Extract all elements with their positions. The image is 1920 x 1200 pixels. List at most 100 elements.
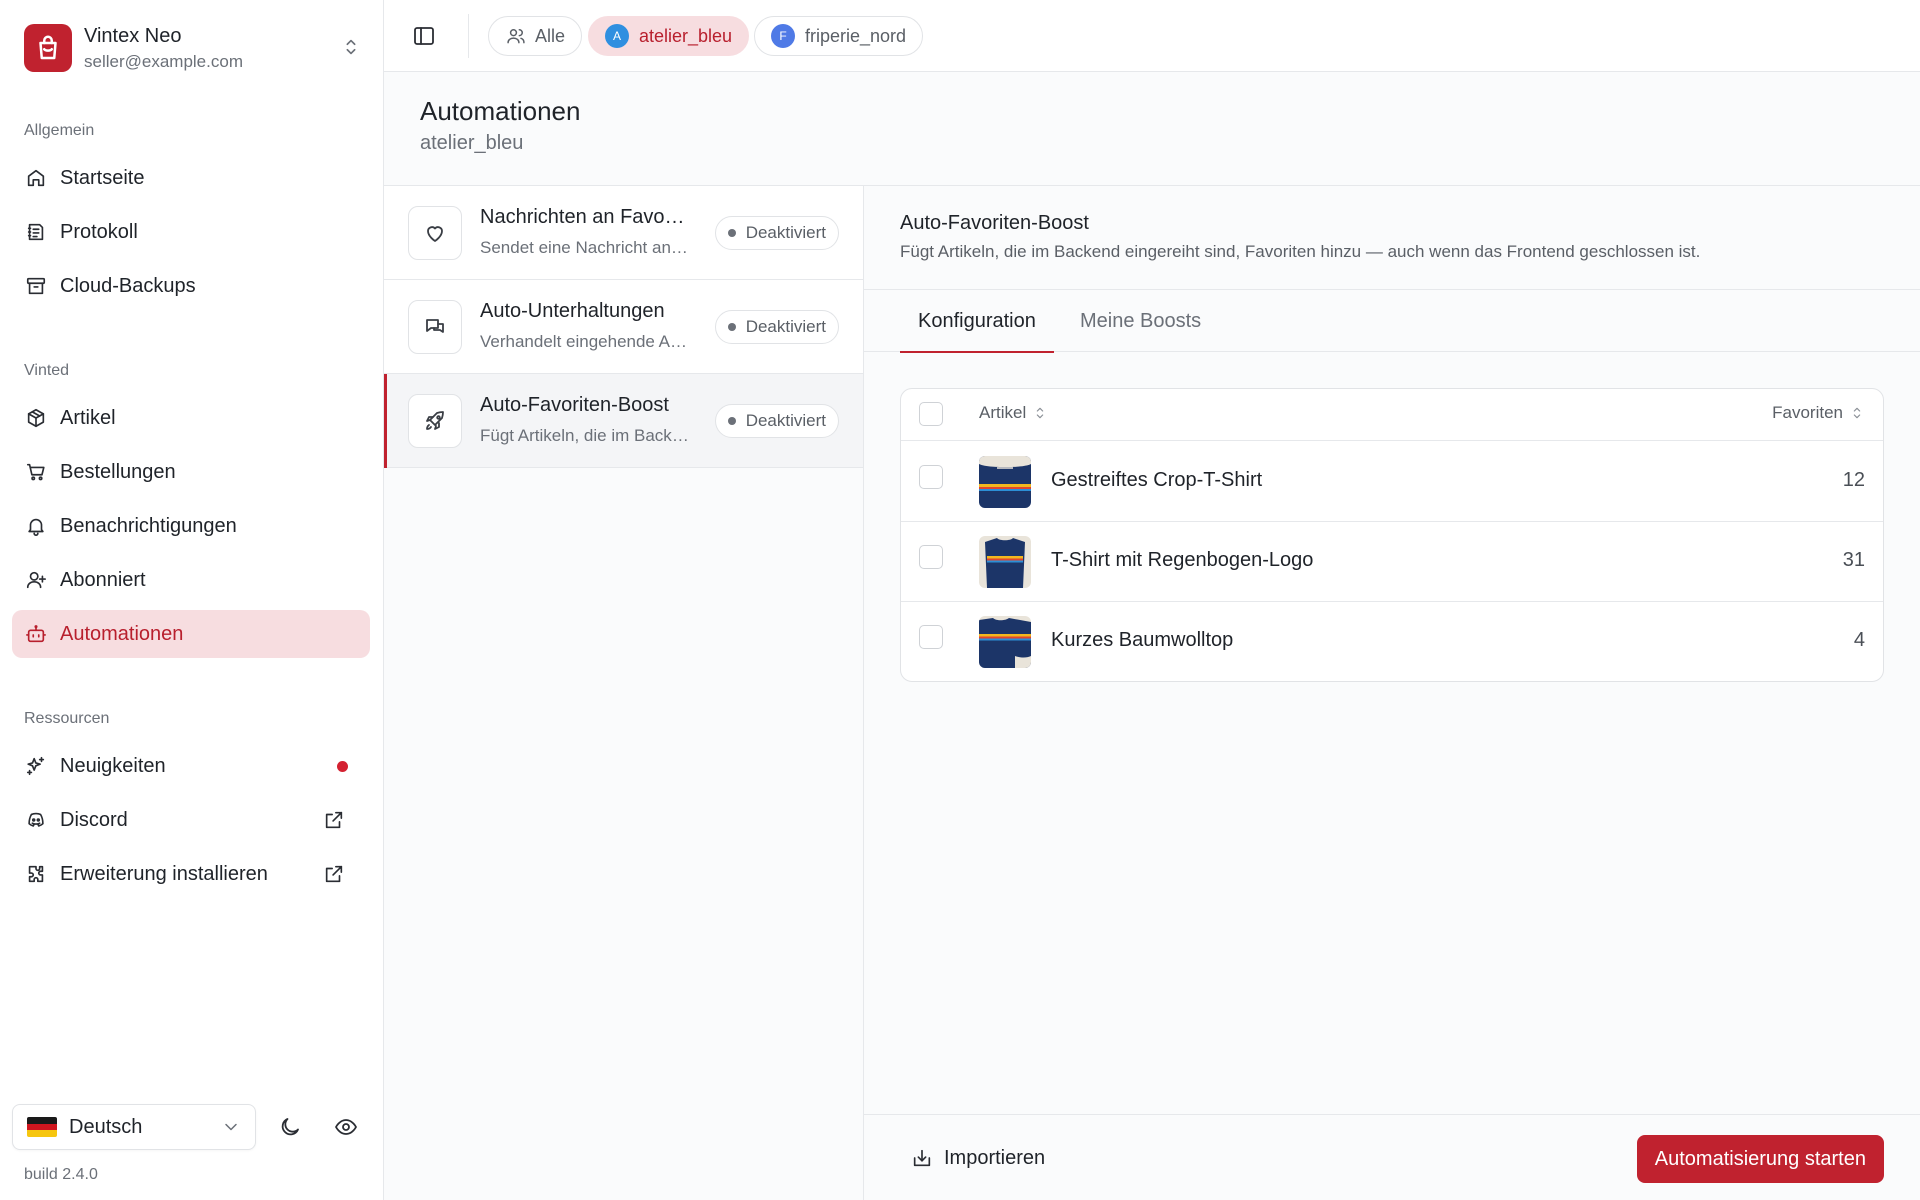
eye-icon	[334, 1115, 358, 1139]
user-plus-icon	[24, 568, 48, 592]
product-thumbnail	[979, 456, 1031, 508]
account-email: seller@example.com	[84, 52, 243, 71]
tab-meine-boosts[interactable]: Meine Boosts	[1062, 290, 1219, 352]
privacy-toggle[interactable]	[328, 1109, 364, 1145]
sidebar-toggle[interactable]	[406, 18, 442, 54]
detail-footer: Importieren Automatisierung starten	[864, 1114, 1920, 1200]
automation-title: Nachrichten an Favoriten	[480, 206, 690, 228]
german-flag-icon	[27, 1117, 57, 1137]
sidebar-item-abonniert[interactable]: Abonniert	[12, 556, 370, 604]
sidebar-item-label: Protokoll	[60, 220, 138, 243]
automation-desc: Verhandelt eingehende Angebote automatis…	[480, 332, 690, 351]
sidebar-item-label: Neuigkeiten	[60, 754, 166, 777]
language-select[interactable]: Deutsch	[12, 1104, 256, 1150]
automation-item-auto-favoriten-boost[interactable]: Auto-Favoriten-Boost Fügt Artikeln, die …	[384, 374, 863, 468]
article-name: Kurzes Baumwolltop	[1051, 629, 1234, 651]
cart-icon	[24, 460, 48, 484]
import-button[interactable]: Importieren	[900, 1135, 1055, 1181]
avatar: A	[605, 24, 629, 48]
build-version: build 2.4.0	[24, 1166, 98, 1183]
automation-item-nachrichten[interactable]: Nachrichten an Favoriten Sendet eine Nac…	[384, 186, 863, 280]
page-header: Automationen atelier_bleu	[384, 72, 1920, 186]
avatar: F	[771, 24, 795, 48]
sidebar: Vintex Neo seller@example.com Allgemein …	[0, 0, 384, 1200]
shopping-bag-logo-icon	[24, 24, 72, 72]
account-switcher[interactable]: Vintex Neo seller@example.com	[24, 22, 364, 74]
sort-favoriten[interactable]: Favoriten	[1772, 403, 1865, 423]
sidebar-item-bestellungen[interactable]: Bestellungen	[12, 448, 370, 496]
package-icon	[24, 406, 48, 430]
table-row[interactable]: Gestreiftes Crop-T-Shirt 12	[901, 442, 1883, 522]
sparkles-icon	[24, 754, 48, 778]
heart-icon	[408, 206, 462, 260]
divider	[468, 14, 469, 58]
chat-icon	[408, 300, 462, 354]
section-label-vinted: Vinted	[24, 362, 70, 379]
automation-detail: Auto-Favoriten-Boost Fügt Artikeln, die …	[864, 186, 1920, 1200]
dark-mode-toggle[interactable]	[272, 1109, 308, 1145]
account-chip-friperie-nord[interactable]: F friperie_nord	[754, 16, 924, 56]
bot-icon	[24, 622, 48, 646]
sidebar-item-artikel[interactable]: Artikel	[12, 394, 370, 442]
import-icon	[910, 1146, 934, 1170]
tab-konfiguration[interactable]: Konfiguration	[900, 290, 1054, 353]
sidebar-item-label: Automationen	[60, 622, 184, 645]
page-subtitle: atelier_bleu	[420, 132, 524, 154]
account-name: Vintex Neo	[84, 25, 182, 47]
sidebar-item-protokoll[interactable]: Protokoll	[12, 208, 370, 256]
detail-title: Auto-Favoriten-Boost	[900, 212, 1089, 234]
favorites-count: 4	[1853, 629, 1865, 651]
sidebar-item-startseite[interactable]: Startseite	[12, 154, 370, 202]
automation-desc: Sendet eine Nachricht an Nutzer, die Art…	[480, 238, 690, 257]
product-thumbnail	[979, 536, 1031, 588]
status-badge: Deaktiviert	[714, 216, 839, 250]
detail-header: Auto-Favoriten-Boost Fügt Artikeln, die …	[864, 186, 1920, 290]
automation-desc: Fügt Artikeln, die im Backend eingereiht…	[480, 426, 690, 445]
row-checkbox[interactable]	[919, 465, 943, 489]
table-row[interactable]: Kurzes Baumwolltop 4	[901, 602, 1883, 681]
puzzle-icon	[24, 862, 48, 886]
sidebar-item-label: Artikel	[60, 406, 116, 429]
articles-table: Artikel Favoriten Gestreiftes Crop-T-Shi…	[900, 388, 1884, 682]
sort-artikel[interactable]: Artikel	[979, 403, 1048, 423]
start-automation-button[interactable]: Automatisierung starten	[1636, 1135, 1884, 1183]
automation-title: Auto-Favoriten-Boost	[480, 394, 669, 416]
sidebar-item-label: Benachrichtigungen	[60, 514, 237, 537]
sidebar-item-benachrichtigungen[interactable]: Benachrichtigungen	[12, 502, 370, 550]
status-badge: Deaktiviert	[714, 310, 839, 344]
favorites-count: 31	[1842, 549, 1865, 571]
row-checkbox[interactable]	[919, 545, 943, 569]
automation-title: Auto-Unterhaltungen	[480, 300, 665, 322]
sidebar-item-automationen[interactable]: Automationen	[12, 610, 370, 658]
sort-icon	[1853, 407, 1861, 419]
chip-label: atelier_bleu	[639, 25, 733, 46]
automation-list: Nachrichten an Favoriten Sendet eine Nac…	[384, 186, 864, 1200]
section-label-ressourcen: Ressourcen	[24, 710, 110, 727]
unread-dot	[337, 761, 348, 772]
row-checkbox[interactable]	[919, 625, 943, 649]
detail-tabs: Konfiguration Meine Boosts	[864, 290, 1920, 353]
table-header: Artikel Favoriten	[901, 389, 1883, 441]
account-chip-atelier-bleu[interactable]: A atelier_bleu	[588, 16, 750, 56]
automation-item-auto-unterhaltungen[interactable]: Auto-Unterhaltungen Verhandelt eingehend…	[384, 280, 863, 374]
sidebar-item-erweiterung-installieren[interactable]: Erweiterung installieren	[12, 850, 370, 898]
sidebar-item-label: Abonniert	[60, 568, 146, 591]
sidebar-item-discord[interactable]: Discord	[12, 796, 370, 844]
discord-icon	[24, 808, 48, 832]
favorites-count: 12	[1842, 469, 1865, 491]
account-chip-alle[interactable]: Alle	[488, 16, 583, 56]
language-label: Deutsch	[69, 1115, 143, 1138]
table-row[interactable]: T-Shirt mit Regenbogen-Logo 31	[901, 522, 1883, 602]
sort-icon	[1036, 407, 1044, 419]
select-all-checkbox[interactable]	[919, 402, 943, 426]
product-thumbnail	[979, 616, 1031, 668]
section-label-allgemein: Allgemein	[24, 122, 95, 139]
bell-icon	[24, 514, 48, 538]
sidebar-item-label: Bestellungen	[60, 460, 176, 483]
sidebar-item-cloud-backups[interactable]: Cloud-Backups	[12, 262, 370, 310]
sidebar-item-neuigkeiten[interactable]: Neuigkeiten	[12, 742, 370, 790]
users-icon	[505, 25, 527, 47]
sidebar-item-label: Discord	[60, 808, 128, 831]
sidebar-item-label: Startseite	[60, 166, 145, 189]
rocket-icon	[408, 394, 462, 448]
